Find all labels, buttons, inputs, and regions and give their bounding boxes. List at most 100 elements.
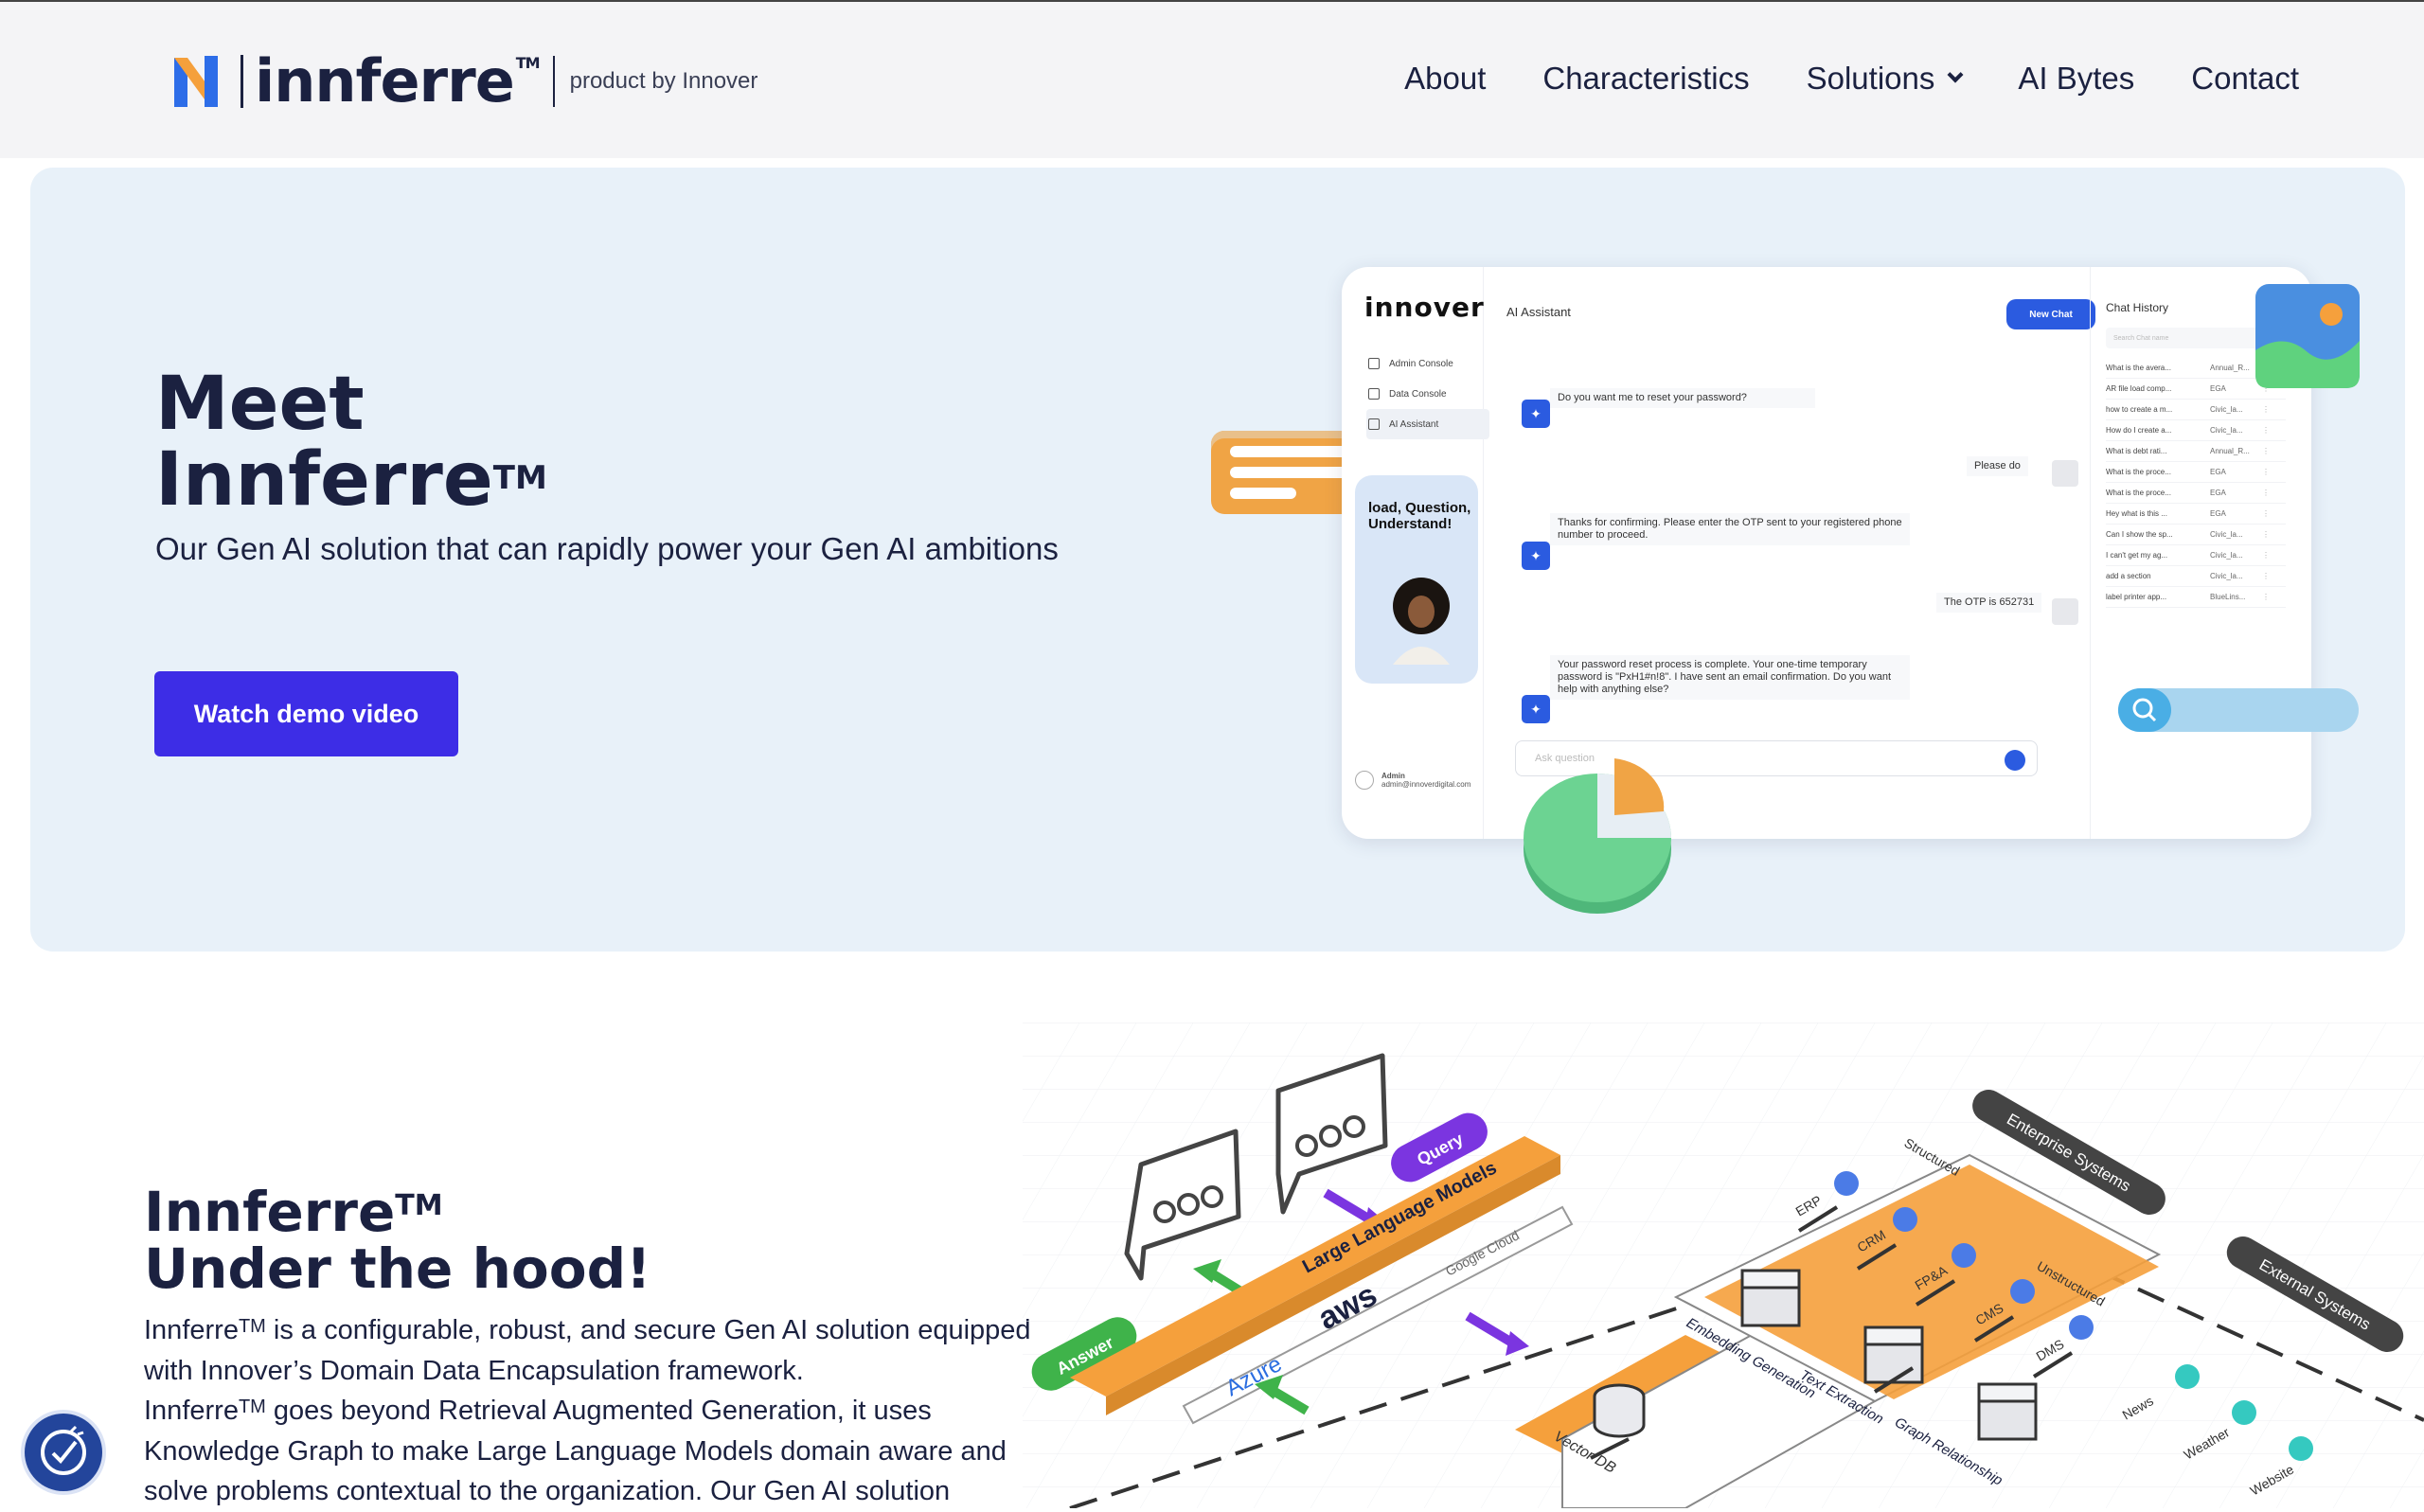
preview-history-row: how to create a m... Civic_la... ⋮: [2106, 400, 2286, 420]
more-icon: ⋮: [2262, 468, 2270, 476]
logo-divider: [241, 55, 243, 108]
history-tag: EGA: [2210, 384, 2226, 393]
preview-brand: innover: [1364, 292, 1485, 323]
pie-chart-icon: [1524, 758, 1671, 914]
history-tag: Civic_la...: [2210, 426, 2243, 435]
user-icon: [1355, 771, 1374, 790]
hero-title: Meet InnferreTM: [155, 362, 547, 523]
history-tag: BlueLins...: [2210, 593, 2246, 601]
nav-ai-bytes[interactable]: AI Bytes: [2018, 61, 2134, 97]
user-icon: [2052, 460, 2078, 487]
preview-menu-item: AI Assistant: [1366, 409, 1489, 439]
more-icon: ⋮: [2262, 489, 2270, 497]
more-icon: ⋮: [2262, 593, 2270, 601]
preview-history-title: Chat History: [2106, 301, 2169, 314]
history-query: Can I show the sp...: [2106, 530, 2173, 539]
watch-demo-button[interactable]: Watch demo video: [154, 671, 458, 756]
preview-menu: Admin Console Data Console AI Assistant: [1366, 348, 1489, 439]
search-bar-illustration: [2118, 688, 2359, 732]
preview-menu-item: Data Console: [1366, 379, 1489, 409]
preview-admin: Admin admin@innoverdigital.com: [1355, 771, 1470, 790]
nav-solutions[interactable]: Solutions: [1807, 61, 1964, 97]
section-body: InnferreTM is a configurable, robust, an…: [144, 1315, 1031, 1506]
preview-history-row: I can't get my ag... Civic_la... ⋮: [2106, 545, 2286, 566]
history-query: add a section: [2106, 572, 2151, 580]
server-stack-icon: [1740, 1269, 1801, 1327]
history-query: I can't get my ag...: [2106, 551, 2168, 560]
hero-subtitle: Our Gen AI solution that can rapidly pow…: [155, 531, 1059, 566]
history-tag: Civic_la...: [2210, 572, 2243, 580]
section-title: InnferreTM Under the hood!: [144, 1180, 651, 1301]
preview-chat: AI Assistant New Chat ✦ Do you want me t…: [1484, 267, 2095, 839]
history-query: What is the avera...: [2106, 364, 2171, 372]
sparkle-icon: ✦: [1522, 542, 1550, 570]
app-preview-screenshot: innover Admin Console Data Console AI As…: [1342, 267, 2311, 839]
history-tag: EGA: [2210, 489, 2226, 497]
preview-message: The OTP is 652731: [1936, 593, 2042, 613]
brand-tagline: product by Innover: [569, 68, 758, 94]
history-tag: Civic_la...: [2210, 530, 2243, 539]
history-tag: Annual_R...: [2210, 364, 2250, 372]
nav-contact[interactable]: Contact: [2191, 61, 2299, 97]
preview-history-row: Can I show the sp... Civic_la... ⋮: [2106, 525, 2286, 545]
history-query: What is debt rati...: [2106, 447, 2167, 455]
more-icon: ⋮: [2262, 530, 2270, 539]
preview-chat-title: AI Assistant: [1506, 305, 1571, 319]
send-icon: [2005, 750, 2025, 771]
preview-history-search: Search Chat name: [2106, 328, 2267, 348]
history-query: Hey what is this ...: [2106, 509, 2167, 518]
accessibility-button[interactable]: [25, 1414, 102, 1491]
preview-history-row: What is debt rati... Annual_R... ⋮: [2106, 441, 2286, 462]
chevron-down-icon: [1947, 66, 1964, 83]
preview-history-row: How do I create a... Civic_la... ⋮: [2106, 420, 2286, 441]
image-icon: [2255, 284, 2360, 388]
site-header: innferre TM product by Innover About Char…: [0, 0, 2424, 158]
history-query: how to create a m...: [2106, 405, 2173, 414]
user-icon: [2052, 598, 2078, 625]
architecture-diagram: Query Answer Large Language Models Azure…: [1023, 1023, 2424, 1508]
history-query: How do I create a...: [2106, 426, 2172, 435]
history-query: What is the proce...: [2106, 489, 2171, 497]
history-tag: Annual_R...: [2210, 447, 2250, 455]
nav-characteristics[interactable]: Characteristics: [1542, 61, 1749, 97]
main-nav: About Characteristics Solutions AI Bytes…: [1347, 61, 2299, 97]
preview-history-row: label printer app... BlueLins... ⋮: [2106, 587, 2286, 608]
preview-message: Do you want me to reset your password?: [1550, 388, 1815, 408]
preview-promo-card: load, Question, Understand!: [1355, 475, 1478, 684]
preview-history-row: What is the proce... EGA ⋮: [2106, 462, 2286, 483]
history-tag: Civic_la...: [2210, 405, 2243, 414]
preview-history-row: add a section Civic_la... ⋮: [2106, 566, 2286, 587]
hero-section: Meet InnferreTM Our Gen AI solution that…: [30, 168, 2405, 952]
brand-logo[interactable]: innferre TM product by Innover: [169, 51, 758, 112]
preview-message: Please do: [1967, 456, 2028, 476]
more-icon: ⋮: [2262, 426, 2270, 435]
more-icon: ⋮: [2262, 405, 2270, 414]
logo-divider-2: [552, 56, 555, 107]
more-icon: ⋮: [2262, 551, 2270, 560]
preview-history-row: What is the proce... EGA ⋮: [2106, 483, 2286, 504]
more-icon: ⋮: [2262, 447, 2270, 455]
person-avatar-icon: [1393, 578, 1450, 665]
history-tag: EGA: [2210, 468, 2226, 476]
more-icon: ⋮: [2262, 509, 2270, 518]
brand-wordmark: innferre TM: [255, 46, 541, 116]
search-icon: [2118, 688, 2171, 732]
sparkle-icon: ✦: [1522, 400, 1550, 428]
history-tag: EGA: [2210, 509, 2226, 518]
cube-icon: [1368, 388, 1380, 400]
preview-card-text: load, Question, Understand!: [1368, 500, 1471, 532]
history-query: What is the proce...: [2106, 468, 2171, 476]
history-tag: Civic_la...: [2210, 551, 2243, 560]
preview-history-row: Hey what is this ... EGA ⋮: [2106, 504, 2286, 525]
history-query: AR file load comp...: [2106, 384, 2172, 393]
preview-menu-item: Admin Console: [1366, 348, 1489, 379]
brand-mark-icon: [174, 56, 218, 107]
server-stack-icon: [1863, 1325, 1924, 1384]
preview-sidebar: innover Admin Console Data Console AI As…: [1342, 267, 1489, 839]
preview-message: Thanks for confirming. Please enter the …: [1550, 513, 1910, 545]
sparkle-icon: ✦: [1522, 695, 1550, 723]
monitor-icon: [1368, 358, 1380, 369]
nav-about[interactable]: About: [1404, 61, 1486, 97]
send-icon: [1368, 418, 1380, 430]
preview-message: Your password reset process is complete.…: [1550, 655, 1910, 700]
